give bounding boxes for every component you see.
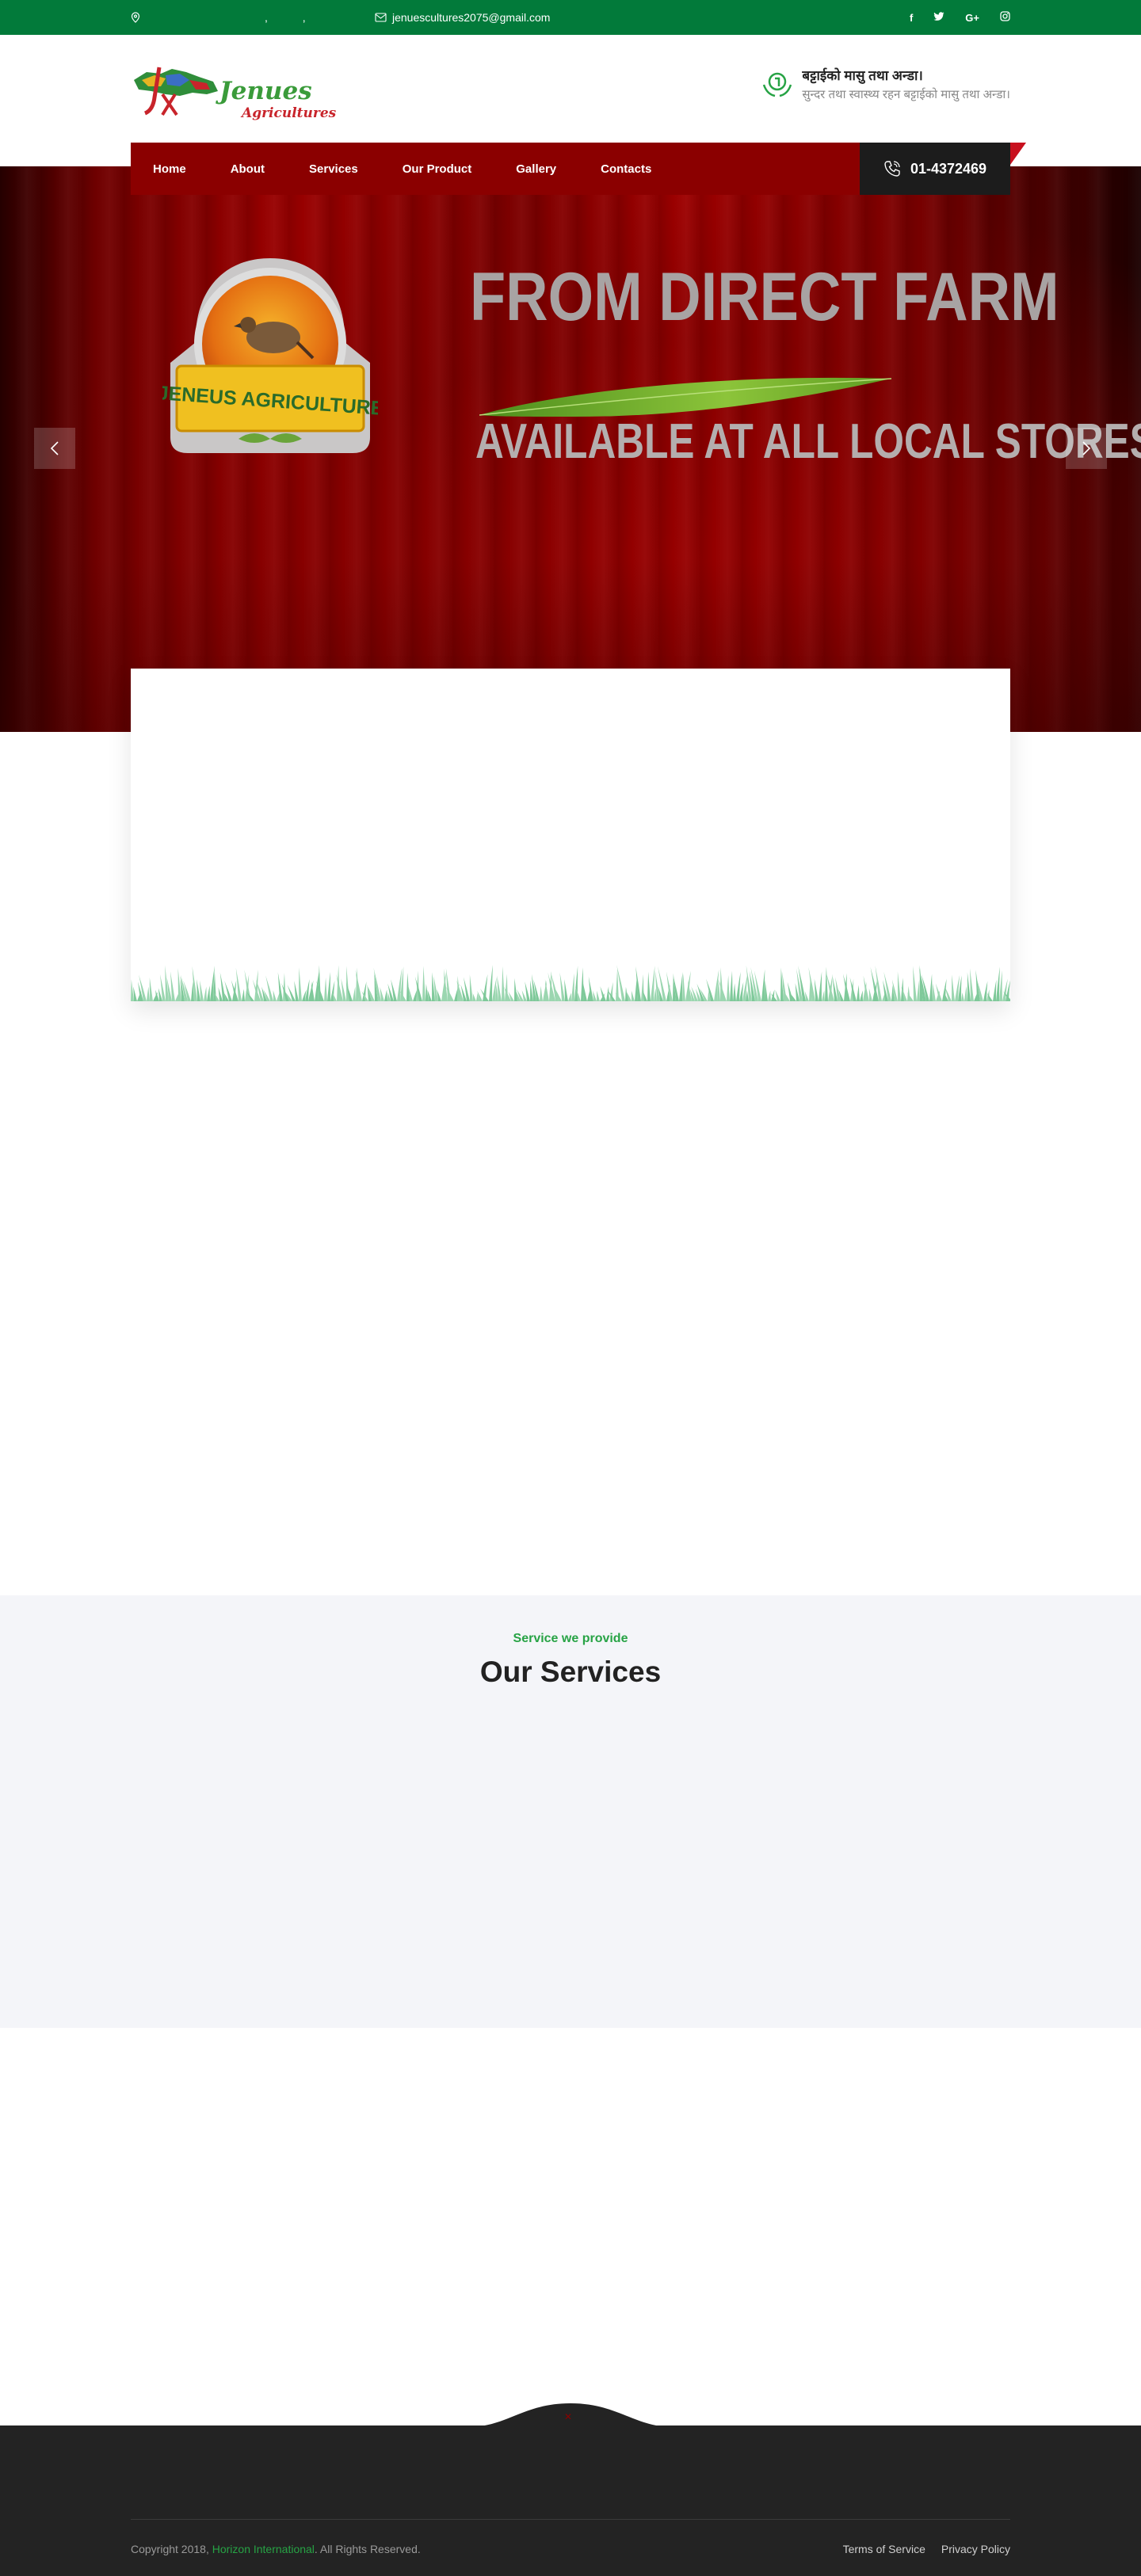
hero-slider: JENEUS AGRICULTURE FROM DIRECT FARM AVAI… <box>0 166 1141 732</box>
nav-our-product[interactable]: Our Product <box>403 162 472 176</box>
terms-link[interactable]: Terms of Service <box>843 2543 925 2555</box>
copyright-link[interactable]: Horizon International <box>212 2543 315 2555</box>
grass-decoration <box>131 965 1010 1001</box>
logo[interactable]: Jenues Agricultures <box>131 63 336 121</box>
header-info-title: बट्टाईको मासु तथा अन्डा। <box>802 68 923 83</box>
chevron-right-icon <box>1082 441 1091 455</box>
footer-links: Terms of Service Privacy Policy <box>843 2543 1010 2555</box>
social-links: f G+ <box>910 0 1010 35</box>
top-bar: , , jenuescultures2075@gmail.com f G+ <box>0 0 1141 35</box>
location-text: , , <box>265 11 322 24</box>
logo-map-icon <box>134 67 218 116</box>
logo-title: Jenues <box>219 77 312 105</box>
copyright-suffix: . All Rights Reserved. <box>314 2543 421 2555</box>
twitter-icon[interactable] <box>933 11 944 24</box>
phone-number: 01-4372469 <box>910 160 987 177</box>
nav-about[interactable]: About <box>231 162 265 176</box>
nav-services[interactable]: Services <box>309 162 358 176</box>
header-info-subtitle: सुन्दर तथा स्वास्थ्य रहन बट्टाईको मासु त… <box>802 88 1010 101</box>
services-tagline: Service we provide <box>513 1632 628 1645</box>
main-nav: Home About Services Our Product Gallery … <box>131 143 1010 195</box>
hero-headline: FROM DIRECT FARM <box>470 259 1059 335</box>
nav-home[interactable]: Home <box>153 162 186 176</box>
footer-copyright: Copyright 2018, Horizon International. A… <box>131 2543 421 2555</box>
slider-next-button[interactable] <box>1066 428 1107 469</box>
email-text[interactable]: jenuescultures2075@gmail.com <box>392 11 550 24</box>
phone-button[interactable]: 01-4372469 <box>860 143 1010 195</box>
intro-card <box>131 669 1010 1001</box>
logo-subtitle: Agricultures <box>242 105 337 121</box>
footer-divider <box>131 2519 1010 2520</box>
google-plus-icon[interactable]: G+ <box>965 12 979 24</box>
privacy-link[interactable]: Privacy Policy <box>941 2543 1010 2555</box>
instagram-icon[interactable] <box>1000 11 1010 24</box>
chevron-left-icon <box>50 441 59 455</box>
jeneus-badge-icon: JENEUS AGRICULTURE <box>162 258 378 453</box>
header-info: बट्टाईको मासु तथा अन्डा। सुन्दर तथा स्वा… <box>761 67 1010 112</box>
facebook-icon[interactable]: f <box>910 12 913 24</box>
nav-menu: Home About Services Our Product Gallery … <box>153 143 696 195</box>
envelope-icon <box>375 13 387 22</box>
services-title: Our Services <box>479 1656 662 1688</box>
phone-icon <box>884 161 900 177</box>
location-pin-icon <box>131 12 140 23</box>
hero-subheadline: AVAILABLE AT ALL LOCAL STORES <box>475 414 1141 469</box>
nav-corner-flag <box>1010 143 1026 165</box>
copyright-prefix: Copyright 2018, <box>131 2543 212 2555</box>
services-section: Service we provide Our Services <box>0 1595 1141 2028</box>
scroll-top-icon[interactable]: ✕ <box>564 2411 572 2422</box>
email-info[interactable]: jenuescultures2075@gmail.com <box>375 0 550 35</box>
nav-gallery[interactable]: Gallery <box>516 162 556 176</box>
location-info: , , <box>131 0 322 35</box>
site-header: Jenues Agricultures बट्टाईको मासु तथा अन… <box>0 35 1141 143</box>
site-footer: Copyright 2018, Horizon International. A… <box>0 2425 1141 2576</box>
hands-leaf-icon <box>763 72 792 97</box>
nav-contacts[interactable]: Contacts <box>601 162 651 176</box>
slider-prev-button[interactable] <box>34 428 75 469</box>
